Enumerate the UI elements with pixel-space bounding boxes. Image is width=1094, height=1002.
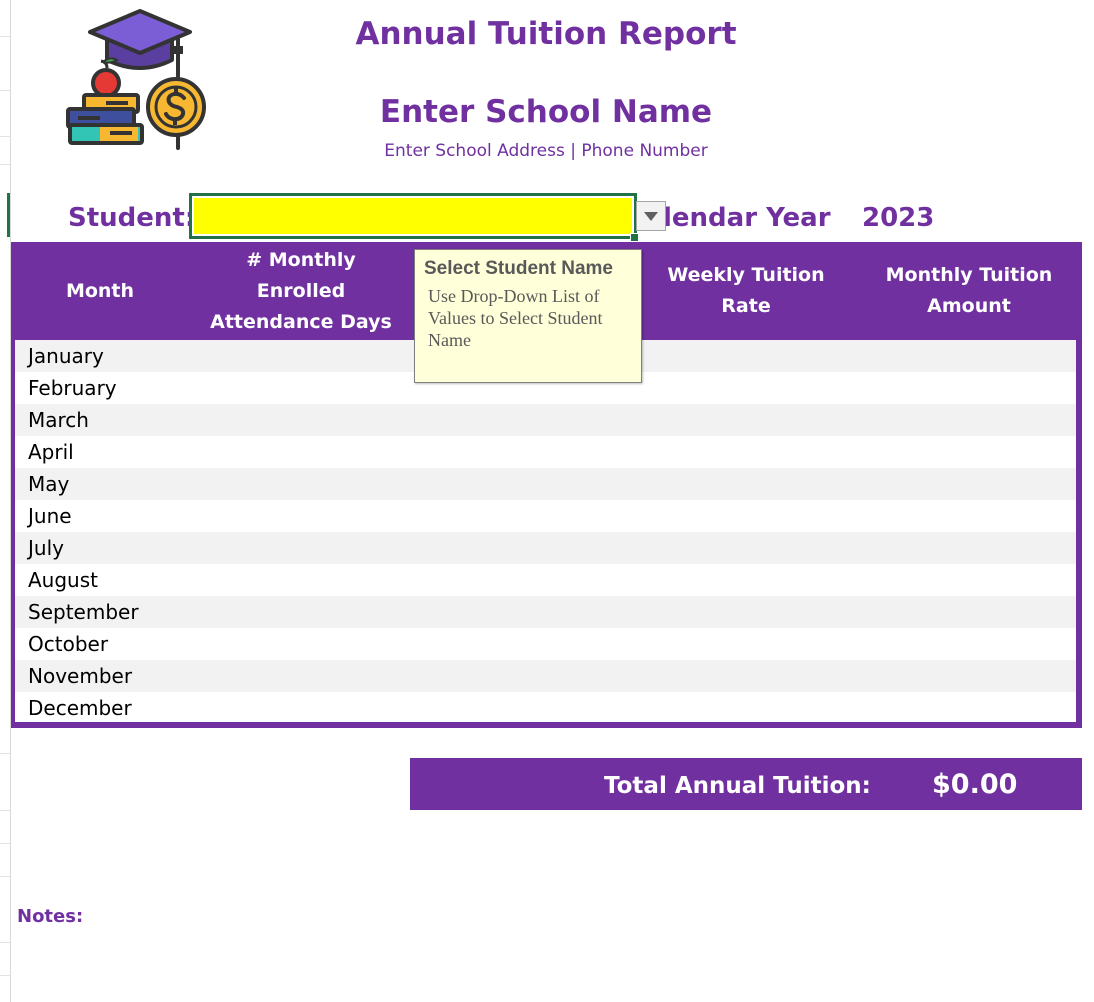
school-name[interactable]: Enter School Name — [300, 92, 792, 132]
input-message-tooltip: Select Student Name Use Drop-Down List o… — [414, 249, 642, 383]
month-cell: August — [28, 568, 98, 592]
table-row[interactable]: September — [15, 596, 1076, 628]
student-select-cell[interactable] — [189, 193, 637, 239]
header-attendance-days: # Monthly Enrolled Attendance Days — [210, 248, 392, 333]
month-cell: November — [28, 664, 133, 688]
tooltip-title: Select Student Name — [424, 258, 613, 279]
table-row[interactable]: March — [15, 404, 1076, 436]
table-row[interactable]: May — [15, 468, 1076, 500]
table-row[interactable]: June — [15, 500, 1076, 532]
student-dropdown-button[interactable] — [636, 201, 666, 231]
tuition-logo-icon — [66, 9, 206, 150]
table-body: January February March April May June Ju… — [15, 340, 1076, 722]
graduation-cap-icon — [88, 9, 192, 78]
total-annual-tuition-label: Total Annual Tuition: — [604, 773, 871, 799]
month-cell: October — [28, 632, 109, 656]
calendar-year-value[interactable]: 2023 — [862, 200, 934, 236]
month-cell: March — [28, 408, 89, 432]
month-cell: January — [28, 344, 104, 368]
table-row[interactable]: April — [15, 436, 1076, 468]
report-title: Annual Tuition Report — [355, 16, 737, 52]
row-gridline — [0, 753, 10, 754]
table-row[interactable]: October — [15, 628, 1076, 660]
school-address[interactable]: Enter School Address | Phone Number — [300, 138, 792, 164]
dollar-coin-icon — [146, 77, 206, 150]
student-label: Student: — [68, 203, 196, 233]
month-cell: June — [28, 504, 72, 528]
table-row[interactable]: November — [15, 660, 1076, 692]
month-cell: April — [28, 440, 74, 464]
fill-handle[interactable] — [630, 233, 639, 242]
tooltip-body: Use Drop-Down List of Values to Select S… — [428, 286, 603, 350]
header-monthly-amount: Monthly Tuition Amount — [885, 264, 1053, 317]
books-icon — [66, 93, 144, 145]
row-gridline — [0, 136, 10, 137]
row-gridline — [0, 843, 10, 844]
month-cell: February — [28, 376, 117, 400]
month-cell: May — [28, 472, 70, 496]
row-gridline — [0, 810, 10, 811]
month-cell: September — [28, 600, 139, 624]
row-gridline — [0, 942, 10, 943]
row-gridline — [0, 36, 10, 37]
student-select-value — [194, 198, 632, 234]
header-weekly-rate: Weekly Tuition Rate — [667, 264, 825, 317]
header-month: Month — [65, 279, 135, 302]
dropdown-arrow-icon — [644, 212, 658, 221]
table-row[interactable]: August — [15, 564, 1076, 596]
row-gridline — [0, 164, 10, 165]
notes-label: Notes: — [17, 906, 84, 927]
table-row[interactable]: July — [15, 532, 1076, 564]
total-annual-tuition-value[interactable]: $0.00 — [932, 768, 1017, 802]
active-row-indicator — [7, 193, 10, 237]
month-cell: December — [28, 696, 132, 720]
calendar-year-label: lendar Year — [663, 203, 831, 233]
row-gridline — [0, 975, 10, 976]
row-gridline — [0, 90, 10, 91]
table-row[interactable]: December — [15, 692, 1076, 722]
row-gridline — [0, 876, 10, 877]
month-cell: July — [28, 536, 64, 560]
